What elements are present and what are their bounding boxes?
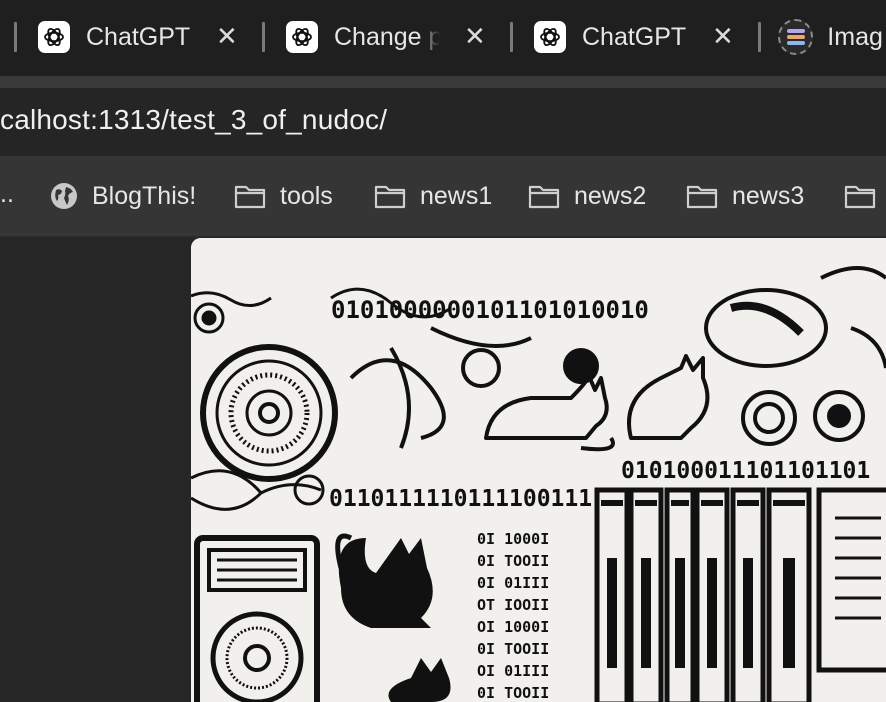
close-icon[interactable]: ✕	[464, 20, 486, 52]
svg-text:0I 01III: 0I 01III	[477, 574, 549, 592]
bookmark-folder-news3[interactable]: news3	[686, 180, 804, 212]
folder-icon	[234, 185, 266, 209]
close-icon[interactable]: ✕	[712, 20, 734, 52]
bookmark-folder-tools[interactable]: tools	[234, 180, 333, 212]
svg-text:0I TOOII: 0I TOOII	[477, 552, 549, 570]
tab-title: Imag	[827, 22, 883, 51]
globe-icon	[51, 183, 77, 209]
svg-text:0I TOOII: 0I TOOII	[477, 640, 549, 658]
binary-row: 010100011101101101	[621, 458, 870, 484]
tab-change-p[interactable]: Change p ✕	[286, 18, 496, 56]
bookmark-blogthis[interactable]: BlogThis!	[50, 180, 196, 212]
binary-row: 0110111110111100111	[329, 486, 592, 512]
bookmark-label: tools	[280, 181, 333, 210]
openai-logo-icon	[286, 21, 318, 53]
image-app-icon	[778, 19, 814, 55]
openai-logo-icon	[38, 21, 70, 53]
bookmark-label: news2	[574, 181, 647, 210]
tab-chatgpt-1[interactable]: ChatGPT ✕	[38, 18, 248, 56]
tab-separator	[14, 22, 17, 52]
svg-text:0I TOOII: 0I TOOII	[477, 684, 549, 702]
folder-icon	[528, 185, 560, 209]
close-icon[interactable]: ✕	[216, 20, 238, 52]
tab-title: ChatGPT	[86, 22, 190, 51]
openai-logo-icon	[534, 21, 566, 53]
folder-icon	[844, 185, 876, 209]
folder-icon	[686, 185, 718, 209]
bookmark-folder-news2[interactable]: news2	[528, 180, 646, 212]
svg-text:OI 01III: OI 01III	[477, 662, 549, 680]
svg-text:0I 1000I: 0I 1000I	[477, 530, 549, 548]
address-bar[interactable]: calhost:1313/test_3_of_nudoc/	[0, 88, 886, 156]
bookmark-label: news1	[420, 181, 493, 210]
tab-title: ChatGPT	[582, 22, 687, 51]
bookmark-label: news3	[732, 181, 805, 210]
tab-separator	[262, 22, 265, 52]
binary-row: 0101000000101101010010	[331, 296, 649, 324]
bookmarks-overflow[interactable]: ..	[0, 180, 14, 209]
bookmarks-bar: .. BlogThis! tools news1 news2 news3	[0, 156, 886, 237]
generated-image: 0101000000101101010010 01010001110110110…	[191, 238, 886, 702]
tab-separator	[758, 22, 761, 52]
tab-separator	[510, 22, 513, 52]
bookmark-folder-partial[interactable]	[844, 180, 876, 212]
bookmark-folder-news1[interactable]: news1	[374, 180, 492, 212]
folder-icon	[374, 185, 406, 209]
tab-image[interactable]: Imag	[778, 18, 886, 56]
tab-chatgpt-2[interactable]: ChatGPT ✕	[534, 18, 744, 56]
url-text[interactable]: calhost:1313/test_3_of_nudoc/	[0, 104, 387, 136]
tab-strip: ChatGPT ✕ Change p ✕ ChatGPT ✕ Imag	[0, 0, 886, 76]
bookmark-label: BlogThis!	[92, 181, 197, 210]
svg-text:OI 1000I: OI 1000I	[477, 618, 549, 636]
tab-title: Change p	[334, 22, 440, 51]
svg-text:OT IOOII: OT IOOII	[477, 596, 549, 614]
toolbar-divider	[0, 76, 886, 88]
